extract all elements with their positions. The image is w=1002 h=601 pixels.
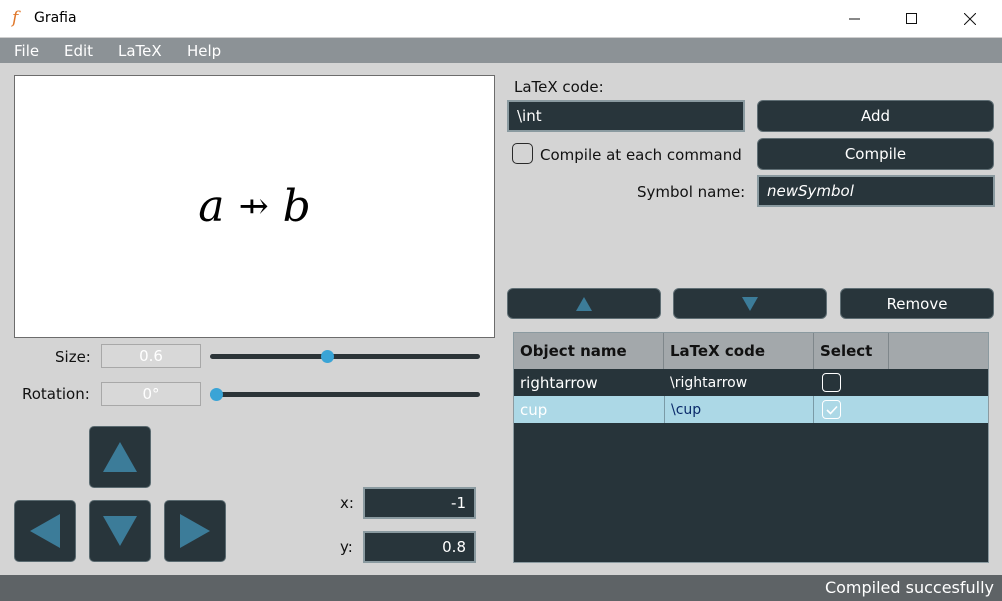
- move-up-button[interactable]: [89, 426, 151, 488]
- compile-button[interactable]: Compile: [757, 138, 994, 170]
- x-field[interactable]: -1: [363, 487, 476, 519]
- triangle-down-icon: [742, 296, 758, 311]
- size-label: Size:: [55, 348, 91, 366]
- column-header-select[interactable]: Select: [814, 333, 889, 369]
- add-button[interactable]: Add: [757, 100, 994, 132]
- close-icon: [964, 13, 976, 25]
- compile-each-checkbox[interactable]: [512, 143, 533, 164]
- row-latex-code: \rightarrow: [670, 374, 748, 391]
- size-field[interactable]: 0.6: [101, 344, 201, 368]
- minimize-icon: [849, 18, 860, 20]
- menu-latex[interactable]: LaTeX: [118, 42, 162, 60]
- compile-each-label: Compile at each command: [540, 146, 742, 164]
- row-object-name: cup: [520, 400, 548, 419]
- checkmark-icon: [825, 405, 838, 415]
- row-object-name: rightarrow: [520, 373, 598, 392]
- formula-left-symbol: a: [198, 181, 225, 232]
- formula-preview[interactable]: a ⇸ b: [14, 75, 495, 338]
- menu-bar: File Edit LaTeX Help: [0, 38, 1002, 63]
- triangle-up-icon: [576, 296, 592, 311]
- size-slider-track[interactable]: [210, 354, 480, 359]
- row-select-checkbox[interactable]: [822, 400, 841, 419]
- y-field[interactable]: 0.8: [363, 531, 476, 563]
- minimize-button[interactable]: [832, 0, 878, 38]
- move-item-down-button[interactable]: [673, 288, 827, 319]
- arrow-down-icon: [103, 516, 137, 546]
- maximize-icon: [906, 13, 917, 24]
- move-down-button[interactable]: [89, 500, 151, 562]
- table-row[interactable]: rightarrow \rightarrow: [514, 369, 988, 396]
- maximize-button[interactable]: [889, 0, 935, 38]
- x-label: x:: [340, 494, 354, 512]
- y-label: y:: [340, 538, 353, 556]
- remove-button[interactable]: Remove: [840, 288, 994, 319]
- symbol-name-input[interactable]: newSymbol: [757, 175, 995, 207]
- latex-code-label: LaTeX code:: [514, 78, 604, 96]
- arrow-left-icon: [30, 514, 60, 548]
- move-right-button[interactable]: [164, 500, 226, 562]
- column-header-object-name[interactable]: Object name: [514, 333, 664, 369]
- column-header-empty: [889, 333, 988, 369]
- menu-help[interactable]: Help: [187, 42, 221, 60]
- move-item-up-button[interactable]: [507, 288, 661, 319]
- move-left-button[interactable]: [14, 500, 76, 562]
- close-button[interactable]: [947, 0, 993, 38]
- status-bar: Compiled succesfully: [0, 575, 1002, 601]
- title-bar: 𝑓 Grafia: [0, 0, 1002, 38]
- rotation-field[interactable]: 0°: [101, 382, 201, 406]
- latex-code-input[interactable]: \int: [507, 100, 745, 132]
- formula-operator-symbol: ⇸: [238, 186, 269, 227]
- rotation-slider-track[interactable]: [210, 392, 480, 397]
- menu-file[interactable]: File: [14, 42, 39, 60]
- column-header-latex-code[interactable]: LaTeX code: [664, 333, 814, 369]
- row-select-checkbox[interactable]: [822, 373, 841, 392]
- menu-edit[interactable]: Edit: [64, 42, 93, 60]
- rendered-formula: a ⇸ b: [15, 76, 494, 337]
- column-divider: [813, 396, 814, 423]
- app-logo-icon: 𝑓: [12, 8, 19, 28]
- rotation-slider-handle[interactable]: [210, 388, 223, 401]
- size-slider-handle[interactable]: [320, 350, 334, 363]
- objects-table[interactable]: Object name LaTeX code Select rightarrow…: [513, 332, 989, 563]
- formula-right-symbol: b: [282, 181, 311, 232]
- rotation-label: Rotation:: [22, 385, 90, 403]
- arrow-right-icon: [180, 514, 210, 548]
- arrow-up-icon: [103, 442, 137, 472]
- status-message: Compiled succesfully: [824, 578, 994, 597]
- row-latex-code: \cup: [664, 396, 814, 423]
- window-title: Grafia: [34, 10, 77, 26]
- table-row-selected[interactable]: cup \cup: [514, 396, 988, 423]
- symbol-name-label: Symbol name:: [637, 183, 746, 201]
